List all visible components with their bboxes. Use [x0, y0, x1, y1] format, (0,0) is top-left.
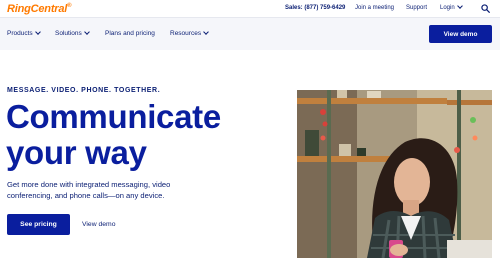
hero-section: MESSAGE. VIDEO. PHONE. TOGETHER. Communi…: [0, 50, 500, 258]
headline-line-2: your way: [6, 134, 147, 171]
chevron-down-icon: [203, 29, 209, 35]
login-label: Login: [440, 5, 455, 11]
search-icon[interactable]: [481, 4, 490, 13]
chevron-down-icon: [83, 29, 90, 35]
nav-item-label: Solutions: [55, 30, 82, 37]
chevron-down-icon: [34, 29, 41, 35]
chevron-down-icon: [456, 3, 463, 9]
hero-photo-illustration: [297, 90, 492, 258]
nav-item-plans-and-pricing[interactable]: Plans and pricing: [105, 30, 155, 37]
view-demo-link[interactable]: View demo: [82, 221, 116, 228]
logo-text: RingCentral: [7, 3, 68, 15]
nav-item-products[interactable]: Products: [7, 29, 41, 37]
hero-photo: [297, 90, 492, 258]
see-pricing-button[interactable]: See pricing: [7, 214, 70, 235]
nav-item-label: Products: [7, 30, 33, 37]
hero-subtext: Get more done with integrated messaging,…: [7, 180, 171, 200]
nav-item-solutions[interactable]: Solutions: [55, 29, 90, 37]
view-demo-button[interactable]: View demo: [429, 25, 492, 43]
nav-item-label: Resources: [170, 30, 202, 37]
headline-line-1: Communicate: [6, 98, 221, 135]
support-link[interactable]: Support: [406, 5, 427, 11]
nav-item-resources[interactable]: Resources: [170, 29, 209, 37]
join-meeting-link[interactable]: Join a meeting: [355, 5, 394, 11]
hero-eyebrow: MESSAGE. VIDEO. PHONE. TOGETHER.: [7, 87, 161, 94]
sales-phone-link[interactable]: Sales: (877) 759-6429: [285, 5, 345, 11]
logo-registered-mark: ®: [67, 3, 72, 9]
top-utility-bar: RingCentral® Sales: (877) 759-6429 Join …: [0, 0, 500, 18]
main-nav: Products Solutions Plans and pricing Res…: [0, 18, 500, 50]
hero-headline: Communicate your way: [6, 99, 266, 171]
ringcentral-logo[interactable]: RingCentral®: [7, 3, 72, 15]
login-menu[interactable]: Login: [440, 3, 463, 11]
